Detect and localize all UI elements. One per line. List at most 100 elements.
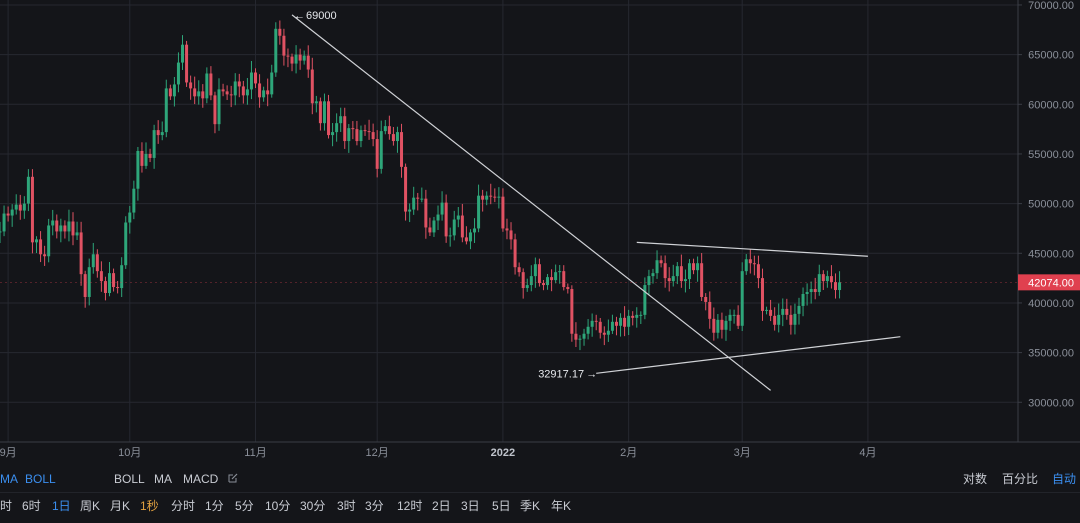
candle-down xyxy=(748,259,752,264)
interval-5[interactable]: 1秒 xyxy=(140,499,159,513)
candle-down xyxy=(460,215,464,238)
candle-up xyxy=(274,28,278,73)
interval-14[interactable]: 2日 xyxy=(432,499,451,513)
current-price-label: 42074.00 xyxy=(1028,277,1074,289)
candle-up xyxy=(176,62,180,85)
candle-up xyxy=(546,277,550,286)
interval-10[interactable]: 30分 xyxy=(300,499,325,513)
candle-down xyxy=(574,333,578,340)
candle-down xyxy=(789,314,793,325)
interval-9[interactable]: 10分 xyxy=(265,499,290,513)
candle-down xyxy=(306,55,310,70)
candle-down xyxy=(290,56,294,64)
mode-auto[interactable]: 自动 xyxy=(1052,472,1076,486)
candle-up xyxy=(525,285,529,289)
candle-up xyxy=(412,197,416,210)
interval-15[interactable]: 3日 xyxy=(461,499,480,513)
candle-up xyxy=(671,276,675,282)
y-tick-label: 55000.00 xyxy=(1028,149,1074,161)
candle-down xyxy=(821,274,825,282)
interval-13[interactable]: 12时 xyxy=(397,499,422,513)
x-tick-label: 11月 xyxy=(244,447,266,459)
interval-3[interactable]: 周K xyxy=(80,499,100,513)
candlestick-chart[interactable]: ← 69000 32917.17 → 70000.00 65000.00 60000.00… xyxy=(0,0,1080,465)
candle-down xyxy=(692,263,696,271)
candle-down xyxy=(400,132,404,167)
candle-down xyxy=(513,239,517,268)
interval-17[interactable]: 季K xyxy=(520,499,540,513)
candle-down xyxy=(444,202,448,237)
indicator-main-boll[interactable]: BOLL xyxy=(25,472,56,486)
candle-down xyxy=(566,287,570,290)
candle-up xyxy=(359,130,363,142)
interval-0[interactable]: 时 xyxy=(0,499,12,513)
mode-log[interactable]: 对数 xyxy=(963,472,987,486)
interval-7[interactable]: 1分 xyxy=(205,499,224,513)
candle-up xyxy=(817,274,821,293)
candle-down xyxy=(258,83,262,98)
interval-12[interactable]: 3分 xyxy=(365,499,384,513)
interval-2[interactable]: 1日 xyxy=(52,499,71,513)
indicator-main-ma[interactable]: MA xyxy=(0,472,18,486)
annotation-low-label: 32917.17 xyxy=(538,368,584,380)
candle-up xyxy=(314,101,318,104)
candle-up xyxy=(529,276,533,286)
candle-up xyxy=(205,73,209,99)
candle-up xyxy=(801,294,805,306)
candle-down xyxy=(83,274,87,297)
candle-down xyxy=(700,263,704,297)
candle-up xyxy=(124,222,128,266)
candle-up xyxy=(651,273,655,277)
indicator-sub-macd[interactable]: MACD xyxy=(183,472,218,486)
candle-down xyxy=(221,89,225,92)
candle-up xyxy=(724,320,728,330)
candle-up xyxy=(420,198,424,200)
candle-up xyxy=(452,219,456,236)
candle-down xyxy=(286,55,290,57)
candle-up xyxy=(10,209,14,216)
candle-up xyxy=(164,88,168,133)
candle-up xyxy=(120,265,124,289)
candle-up xyxy=(47,225,51,257)
candle-up xyxy=(468,232,472,242)
candle-up xyxy=(270,72,274,95)
y-tick-label: 70000.00 xyxy=(1028,0,1074,12)
candle-up xyxy=(217,89,221,125)
interval-bar: 时 6时 1日 周K 月K 1秒 分时 1分 5分 10分 30分 3时 3分 12时 2日 3日 5日 季K 年K xyxy=(0,493,1080,523)
candle-up xyxy=(825,276,829,282)
interval-1[interactable]: 6时 xyxy=(22,499,41,513)
indicator-sub-boll[interactable]: BOLL xyxy=(114,472,145,486)
candle-up xyxy=(22,203,26,211)
interval-4[interactable]: 月K xyxy=(110,499,130,513)
interval-8[interactable]: 5分 xyxy=(235,499,254,513)
candle-down xyxy=(769,309,773,316)
candle-down xyxy=(95,254,99,272)
candle-up xyxy=(26,176,30,204)
candle-up xyxy=(91,254,95,268)
candle-down xyxy=(517,267,521,273)
candle-down xyxy=(521,272,525,289)
interval-16[interactable]: 5日 xyxy=(492,499,511,513)
candle-down xyxy=(404,166,408,212)
annotation-high-label: 69000 xyxy=(306,10,337,22)
candle-down xyxy=(278,28,282,36)
candle-up xyxy=(432,220,436,233)
candle-up xyxy=(322,101,326,124)
edit-icon[interactable] xyxy=(228,473,238,483)
candle-down xyxy=(659,260,663,264)
candle-up xyxy=(838,282,842,291)
x-tick-label: 2022 xyxy=(491,447,515,459)
indicator-sub-ma[interactable]: MA xyxy=(154,472,172,486)
candle-down xyxy=(148,153,152,158)
candle-down xyxy=(363,130,367,132)
candle-down xyxy=(201,91,205,99)
mode-percent[interactable]: 百分比 xyxy=(1002,472,1038,486)
interval-11[interactable]: 3时 xyxy=(337,499,356,513)
candle-down xyxy=(428,227,432,233)
candle-down xyxy=(298,54,302,61)
x-tick-label: 4月 xyxy=(859,447,876,459)
candle-up xyxy=(35,239,39,243)
interval-6[interactable]: 分时 xyxy=(171,499,195,513)
y-tick-label: 50000.00 xyxy=(1028,199,1074,211)
interval-18[interactable]: 年K xyxy=(551,499,571,513)
